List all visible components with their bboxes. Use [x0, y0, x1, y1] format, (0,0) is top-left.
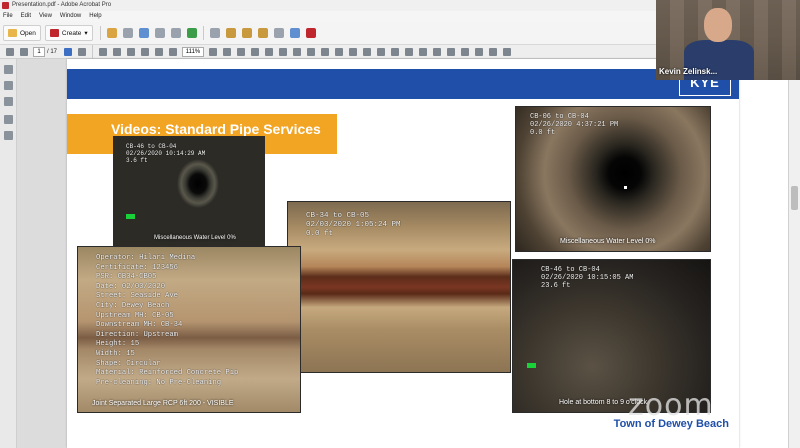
settings-icon[interactable] — [209, 28, 220, 38]
save-icon[interactable] — [122, 28, 133, 38]
green-marker — [527, 363, 536, 368]
photo-4-overlay: Operator: Hilari Medina Certificate: 123… — [96, 254, 239, 387]
zoom-participant-video[interactable]: Kevin Zelinsk... — [656, 0, 800, 80]
next-page-icon[interactable] — [78, 47, 87, 56]
folder-icon — [8, 29, 17, 37]
signatures-icon[interactable] — [4, 131, 13, 140]
bookmarks-icon[interactable] — [4, 81, 13, 90]
inspection-photo-1: CB-46 to CB-04 02/26/2020 10:14:29 AM 3.… — [113, 136, 265, 249]
single-page-icon[interactable] — [237, 47, 246, 56]
attach-icon[interactable] — [273, 28, 284, 38]
inspection-photo-4: Operator: Hilari Medina Certificate: 123… — [77, 246, 301, 413]
share-icon[interactable] — [186, 28, 197, 38]
cloud-icon[interactable] — [138, 28, 149, 38]
photo-3-overlay: CB-34 to CB-05 02/03/2020 1:05:24 PM 0.0… — [306, 212, 401, 238]
arrow-down-icon[interactable] — [20, 47, 28, 56]
window-title: Presentation.pdf - Adobe Acrobat Pro — [12, 2, 112, 8]
attachments-icon[interactable] — [4, 97, 13, 106]
photo-2-caption: Miscellaneous Water Level 0% — [560, 238, 656, 245]
photo-5-overlay: CB-46 to CB-04 02/26/2020 10:15:05 AM 23… — [541, 266, 634, 290]
fit-width-icon[interactable] — [223, 47, 232, 56]
zoom-plus-icon[interactable] — [169, 47, 178, 56]
inspection-photo-2: CB-06 to CB-04 02/26/2020 4:37:21 PM 0.0… — [515, 106, 711, 252]
zoom-minus-icon[interactable] — [155, 47, 164, 56]
table-icon[interactable] — [377, 47, 386, 56]
photo-4-caption: Joint Separated Large RCP 6ft 200 - VISI… — [92, 400, 234, 407]
open-button[interactable]: Open — [3, 25, 41, 41]
zoom-out-icon[interactable] — [127, 47, 136, 56]
photo-1-overlay: CB-46 to CB-04 02/26/2020 10:14:29 AM 3.… — [126, 143, 206, 164]
menu-file[interactable]: File — [3, 11, 13, 22]
arrow-up-icon[interactable] — [6, 47, 14, 56]
print-icon[interactable] — [154, 28, 165, 38]
form-icon[interactable] — [391, 47, 400, 56]
stamp-icon[interactable] — [257, 28, 268, 38]
two-page-icon[interactable] — [251, 47, 260, 56]
sign-icon[interactable] — [289, 28, 300, 38]
search-icon[interactable] — [489, 47, 498, 56]
create-button[interactable]: Create ▾ — [44, 25, 93, 41]
page-total: / 17 — [47, 48, 58, 55]
optimize-icon[interactable] — [433, 47, 442, 56]
previous-page-icon[interactable] — [64, 47, 73, 56]
protect-icon[interactable] — [305, 28, 316, 38]
comment-icon[interactable] — [225, 28, 236, 38]
photo-1-caption: Miscellaneous Water Level 0% — [154, 235, 236, 241]
chevron-down-icon: ▾ — [84, 30, 88, 37]
typewriter-icon[interactable] — [321, 47, 330, 56]
crop-icon[interactable] — [349, 47, 358, 56]
cut-icon[interactable] — [447, 47, 456, 56]
main-toolbar: Open Create ▾ — [0, 22, 656, 45]
photo-2-overlay: CB-06 to CB-04 02/26/2020 4:37:21 PM 0.0… — [530, 113, 619, 137]
inspection-photo-3: CB-34 to CB-05 02/03/2020 1:05:24 PM 0.0… — [287, 201, 511, 373]
layers-icon[interactable] — [4, 115, 13, 124]
rotate-icon[interactable] — [265, 47, 274, 56]
menu-help[interactable]: Help — [89, 11, 101, 22]
copy-icon[interactable] — [461, 47, 470, 56]
participant-head — [704, 8, 732, 42]
navigation-toolbar: 1 / 17 111% — [0, 44, 656, 59]
zoom-level-input[interactable]: 111% — [182, 46, 205, 57]
print-production-icon[interactable] — [405, 47, 414, 56]
slide-header-band — [67, 69, 739, 99]
toolbar-separator — [99, 26, 101, 40]
text-box-icon[interactable] — [335, 47, 344, 56]
full-screen-icon[interactable] — [293, 47, 302, 56]
zoom-in-icon[interactable] — [141, 47, 150, 56]
menu-edit[interactable]: Edit — [21, 11, 31, 22]
scrollbar-thumb[interactable] — [791, 186, 798, 210]
fit-page-icon[interactable] — [209, 47, 218, 56]
combine-icon[interactable] — [106, 28, 117, 38]
acrobat-icon — [2, 2, 9, 9]
page-thumbnails-icon[interactable] — [4, 65, 13, 74]
green-marker — [126, 214, 135, 219]
toolbar-separator — [202, 26, 204, 40]
paste-icon[interactable] — [475, 47, 484, 56]
ruler-icon[interactable] — [503, 47, 512, 56]
left-navigation-pane — [0, 59, 17, 448]
participant-name: Kevin Zelinsk... — [659, 67, 718, 76]
zoom-watermark: zoom — [628, 388, 714, 423]
toolbar-separator — [92, 44, 94, 59]
create-pdf-icon — [49, 29, 59, 37]
redact-icon[interactable] — [419, 47, 428, 56]
hand-tool-icon[interactable] — [113, 47, 122, 56]
menu-window[interactable]: Window — [60, 11, 81, 22]
email-icon[interactable] — [170, 28, 181, 38]
vertical-scrollbar[interactable] — [788, 80, 800, 448]
menu-view[interactable]: View — [39, 11, 52, 22]
pipe-light-point — [624, 186, 627, 189]
read-mode-icon[interactable] — [279, 47, 288, 56]
page-layout-icon[interactable] — [307, 47, 316, 56]
select-tool-icon[interactable] — [99, 47, 108, 56]
link-icon[interactable] — [363, 47, 372, 56]
highlight-icon[interactable] — [241, 28, 252, 38]
screen-root: Presentation.pdf - Adobe Acrobat Pro Fil… — [0, 0, 800, 448]
page-number-input[interactable]: 1 — [33, 46, 45, 57]
